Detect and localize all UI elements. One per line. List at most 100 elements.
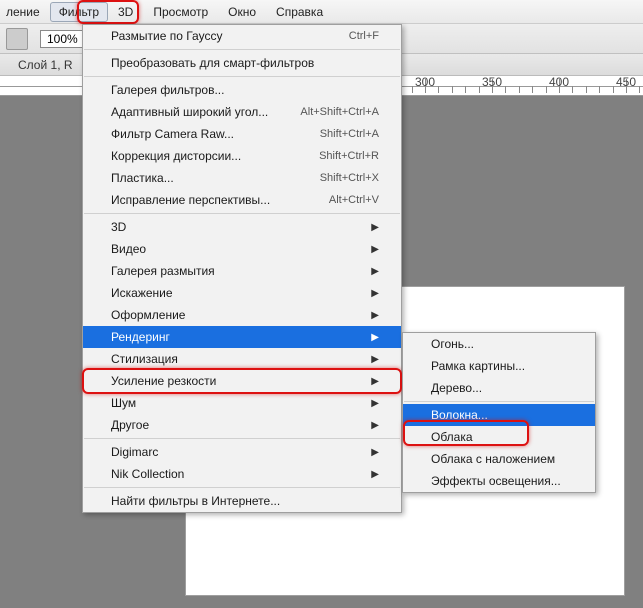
ruler-label: 450	[616, 76, 636, 89]
submenu-item[interactable]: Облака	[403, 426, 595, 448]
menu-item[interactable]: Искажение▶	[83, 282, 401, 304]
menu-filter[interactable]: Фильтр	[50, 2, 108, 22]
menu-fragment[interactable]: ление	[6, 2, 50, 22]
submenu-item[interactable]: Огонь...	[403, 333, 595, 355]
menu-item[interactable]: Коррекция дисторсии...Shift+Ctrl+R	[83, 145, 401, 167]
rendering-submenu: Огонь... Рамка картины... Дерево... Волокна…	[402, 332, 596, 493]
submenu-arrow-icon: ▶	[371, 469, 379, 480]
menu-item[interactable]: Фильтр Camera Raw...Shift+Ctrl+A	[83, 123, 401, 145]
menu-item-label: Пластика...	[111, 171, 174, 185]
submenu-arrow-icon: ▶	[371, 447, 379, 458]
submenu-arrow-icon: ▶	[371, 376, 379, 387]
ruler-subtick	[546, 86, 547, 93]
ruler-subtick	[599, 86, 600, 93]
submenu-item[interactable]: Дерево...	[403, 377, 595, 399]
ruler-subtick	[613, 86, 614, 93]
ruler-subtick	[572, 86, 573, 93]
menu-item-label: Digimarc	[111, 445, 158, 459]
menu-item-label: Рендеринг	[111, 330, 170, 344]
menu-separator	[84, 213, 400, 214]
menu-item-label: Галерея фильтров...	[111, 83, 224, 97]
menu-item[interactable]: Размытие по Гауссу Ctrl+F	[83, 25, 401, 47]
menu-item[interactable]: Другое ▶	[83, 414, 401, 436]
menu-view[interactable]: Просмотр	[143, 2, 218, 22]
menu-item[interactable]: Найти фильтры в Интернете...	[83, 490, 401, 512]
menubar: ление Фильтр 3D Просмотр Окно Справка	[0, 0, 643, 24]
submenu-item-label: Огонь...	[431, 337, 474, 351]
menu-item-label: Адаптивный широкий угол...	[111, 105, 268, 119]
menu-item-label: Nik Collection	[111, 467, 184, 481]
menu-separator	[84, 49, 400, 50]
ruler-label: 300	[415, 76, 435, 89]
submenu-arrow-icon: ▶	[371, 222, 379, 233]
filter-dropdown: Размытие по Гауссу Ctrl+F Преобразовать дл…	[82, 24, 402, 513]
menu-separator	[84, 487, 400, 488]
menu-item-label: Галерея размытия	[111, 264, 215, 278]
submenu-item[interactable]: Волокна...	[403, 404, 595, 426]
menu-item-label: Фильтр Camera Raw...	[111, 127, 234, 141]
menu-item[interactable]: Стилизация ▶	[83, 348, 401, 370]
menu-item-label: Стилизация	[111, 352, 178, 366]
menu-item[interactable]: Галерея размытия ▶	[83, 260, 401, 282]
ruler-subtick	[586, 86, 587, 93]
menu-item[interactable]: 3D ▶	[83, 216, 401, 238]
menu-item-label: Размытие по Гауссу	[111, 29, 222, 43]
menu-item-label: Преобразовать для смарт-фильтров	[111, 56, 314, 70]
ruler-subtick	[412, 86, 413, 93]
menu-item[interactable]: Nik Collection ▶	[83, 463, 401, 485]
menu-3d[interactable]: 3D	[108, 2, 143, 22]
ruler-subtick	[465, 86, 466, 93]
menu-item[interactable]: Шум ▶	[83, 392, 401, 414]
menu-item[interactable]: Digimarc ▶	[83, 441, 401, 463]
menu-shortcut: Alt+Shift+Ctrl+A	[300, 106, 379, 118]
menu-item-label: 3D	[111, 220, 126, 234]
menu-item[interactable]: Преобразовать для смарт-фильтров	[83, 52, 401, 74]
submenu-arrow-icon: ▶	[371, 332, 379, 343]
submenu-item-label: Эффекты освещения...	[431, 474, 561, 488]
submenu-item[interactable]: Облака с наложением	[403, 448, 595, 470]
menu-item-label: Видео	[111, 242, 146, 256]
submenu-item[interactable]: Рамка картины...	[403, 355, 595, 377]
submenu-item-label: Волокна...	[431, 408, 488, 422]
menu-item[interactable]: Усиление резкости▶	[83, 370, 401, 392]
menu-item[interactable]: Оформление▶	[83, 304, 401, 326]
menu-window[interactable]: Окно	[218, 2, 266, 22]
menu-item[interactable]: Рендеринг ▶	[83, 326, 401, 348]
menu-item-label: Коррекция дисторсии...	[111, 149, 241, 163]
submenu-arrow-icon: ▶	[371, 398, 379, 409]
menu-shortcut: Alt+Ctrl+V	[329, 194, 379, 206]
ruler-subtick	[438, 86, 439, 93]
menu-shortcut: Shift+Ctrl+X	[320, 172, 379, 184]
submenu-arrow-icon: ▶	[371, 244, 379, 255]
ruler-subtick	[479, 86, 480, 93]
submenu-item-label: Рамка картины...	[431, 359, 525, 373]
submenu-arrow-icon: ▶	[371, 266, 379, 277]
submenu-item-label: Облака с наложением	[431, 452, 555, 466]
menu-item[interactable]: Пластика... Shift+Ctrl+X	[83, 167, 401, 189]
menu-item[interactable]: Исправление перспективы... Alt+Ctrl+V	[83, 189, 401, 211]
menu-separator	[84, 76, 400, 77]
menu-shortcut: Ctrl+F	[349, 30, 379, 42]
ruler-label: 350	[482, 76, 502, 89]
menu-item-label: Найти фильтры в Интернете...	[111, 494, 280, 508]
submenu-arrow-icon: ▶	[371, 310, 379, 321]
document-tab[interactable]: Слой 1, R	[8, 56, 83, 74]
menu-item-label: Другое	[111, 418, 149, 432]
ruler-subtick	[639, 86, 640, 93]
menu-separator	[404, 401, 594, 402]
submenu-item[interactable]: Эффекты освещения...	[403, 470, 595, 492]
ruler-subtick	[519, 86, 520, 93]
menu-help[interactable]: Справка	[266, 2, 333, 22]
menu-item-label: Исправление перспективы...	[111, 193, 270, 207]
menu-item[interactable]: Адаптивный широкий угол... Alt+Shift+Ctrl…	[83, 101, 401, 123]
submenu-arrow-icon: ▶	[371, 420, 379, 431]
tool-icon[interactable]	[6, 28, 28, 50]
menu-item-label: Искажение	[111, 286, 173, 300]
menu-item[interactable]: Видео ▶	[83, 238, 401, 260]
ruler-subtick	[452, 86, 453, 93]
menu-item-label: Шум	[111, 396, 136, 410]
menu-item[interactable]: Галерея фильтров...	[83, 79, 401, 101]
submenu-arrow-icon: ▶	[371, 354, 379, 365]
submenu-item-label: Дерево...	[431, 381, 482, 395]
ruler-label: 400	[549, 76, 569, 89]
